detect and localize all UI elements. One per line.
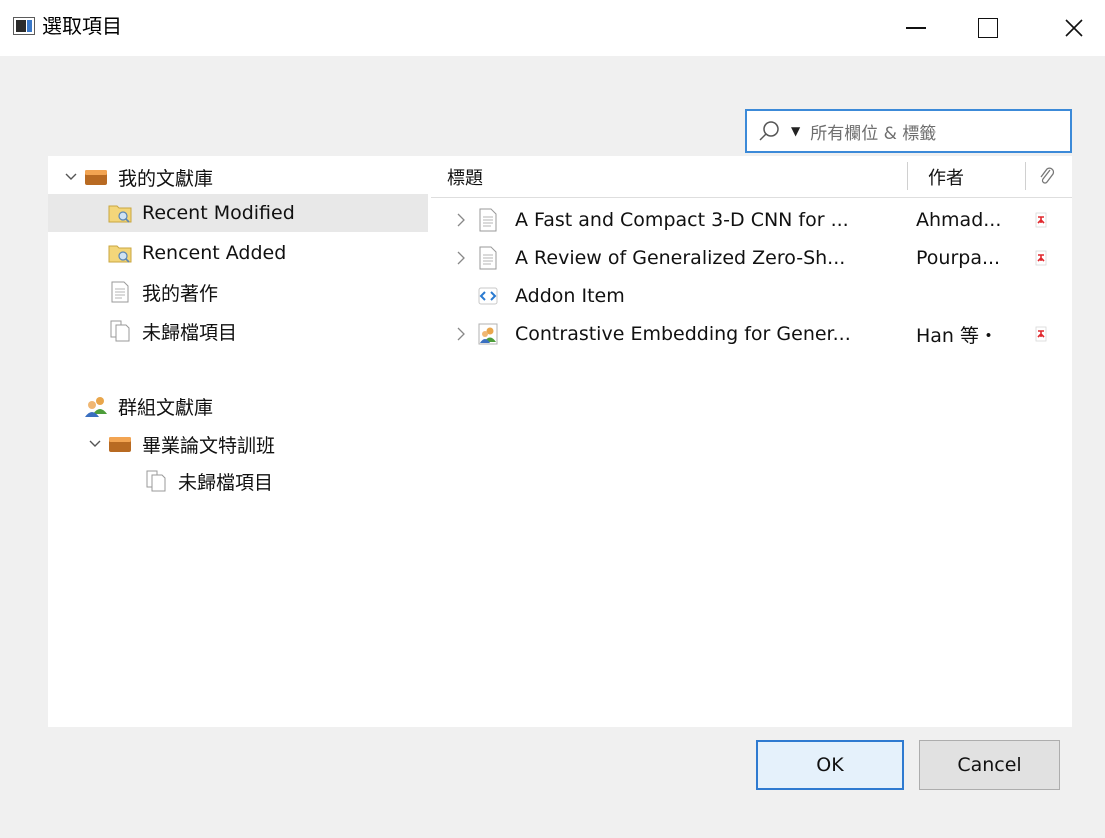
- tree-item-group-unfiled[interactable]: 未歸檔項目: [48, 462, 428, 500]
- unfiled-items-icon: [144, 469, 168, 493]
- minimize-icon: [906, 27, 926, 29]
- conference-paper-icon: [478, 323, 498, 345]
- item-author: Pourpa...: [916, 247, 1001, 269]
- tree-label: 我的文獻庫: [118, 167, 214, 190]
- saved-search-folder-icon: [108, 201, 132, 225]
- paperclip-icon: [1040, 167, 1055, 184]
- column-header-attachments[interactable]: [1038, 156, 1068, 197]
- chevron-down-icon[interactable]: [64, 170, 78, 184]
- chevron-down-icon[interactable]: [88, 437, 102, 451]
- window-title: 選取項目: [42, 14, 122, 38]
- close-button[interactable]: [1051, 0, 1097, 56]
- library-icon: [84, 165, 108, 189]
- library-icon: [108, 432, 132, 456]
- saved-search-folder-icon: [108, 241, 132, 265]
- document-icon: [108, 280, 132, 304]
- cancel-button[interactable]: Cancel: [919, 740, 1060, 790]
- addon-icon: [478, 287, 498, 305]
- maximize-button[interactable]: [965, 0, 1011, 56]
- document-icon: [479, 246, 497, 270]
- item-title: Contrastive Embedding for Gener...: [515, 323, 851, 345]
- tree-label: 我的著作: [142, 282, 219, 305]
- tree-item-unfiled[interactable]: 未歸檔項目: [48, 312, 428, 350]
- tree-label: 畢業論文特訓班: [142, 434, 276, 457]
- tree-label: Recent Modified: [142, 202, 295, 224]
- column-header-author[interactable]: 作者: [928, 156, 1024, 197]
- collection-tree: 我的文獻庫 Recent Modified Rencent Added 我的著作…: [48, 156, 428, 727]
- close-icon: [1065, 19, 1083, 37]
- main-panel: 我的文獻庫 Recent Modified Rencent Added 我的著作…: [48, 156, 1072, 727]
- table-row[interactable]: A Fast and Compact 3-D CNN for ... Ahmad…: [431, 201, 1072, 239]
- table-row[interactable]: Contrastive Embedding for Gener... Han 等…: [431, 315, 1072, 353]
- search-placeholder: 所有欄位 & 標籤: [810, 123, 937, 144]
- ok-button[interactable]: OK: [756, 740, 904, 790]
- column-header-title[interactable]: 標題: [447, 156, 907, 197]
- item-title: Addon Item: [515, 285, 625, 307]
- document-icon: [479, 208, 497, 232]
- maximize-icon: [978, 18, 998, 38]
- tree-label: 未歸檔項目: [142, 321, 238, 344]
- column-resize-handle[interactable]: [907, 162, 908, 190]
- column-resize-handle[interactable]: [1025, 162, 1026, 190]
- pdf-icon[interactable]: [1034, 212, 1048, 228]
- chevron-right-icon[interactable]: [455, 327, 467, 341]
- items-table: 標題 作者 A Fast and Compact 3-D CNN for ...…: [431, 156, 1072, 727]
- search-input[interactable]: ▼ 所有欄位 & 標籤: [745, 109, 1072, 153]
- tree-item-my-library[interactable]: 我的文獻庫: [48, 158, 428, 196]
- pdf-icon[interactable]: [1034, 250, 1048, 266]
- table-row[interactable]: Addon Item: [431, 277, 1072, 315]
- item-title: A Fast and Compact 3-D CNN for ...: [515, 209, 849, 231]
- pdf-icon[interactable]: [1034, 326, 1048, 342]
- search-icon: [757, 119, 781, 143]
- title-bar: 選取項目: [0, 0, 1105, 56]
- minimize-button[interactable]: [893, 0, 939, 56]
- tree-label: 群組文獻庫: [118, 396, 214, 419]
- item-title: A Review of Generalized Zero-Sh...: [515, 247, 846, 269]
- item-author: Han 等・: [916, 324, 999, 347]
- tree-label: Rencent Added: [142, 242, 287, 264]
- tree-item-my-publications[interactable]: 我的著作: [48, 273, 428, 311]
- item-author: Ahmad...: [916, 209, 1002, 231]
- chevron-right-icon[interactable]: [455, 251, 467, 265]
- tree-item-recent-added[interactable]: Rencent Added: [48, 234, 428, 272]
- tree-item-group[interactable]: 畢業論文特訓班: [48, 425, 428, 463]
- group-icon: [84, 394, 108, 418]
- search-mode-dropdown-icon[interactable]: ▼: [791, 124, 800, 138]
- app-icon: [13, 17, 35, 35]
- table-row[interactable]: A Review of Generalized Zero-Sh... Pourp…: [431, 239, 1072, 277]
- chevron-right-icon[interactable]: [455, 213, 467, 227]
- unfiled-items-icon: [108, 319, 132, 343]
- header-divider: [431, 197, 1072, 198]
- tree-label: 未歸檔項目: [178, 471, 274, 494]
- tree-item-group-libraries[interactable]: 群組文獻庫: [48, 387, 428, 425]
- tree-item-recent-modified[interactable]: Recent Modified: [48, 194, 428, 232]
